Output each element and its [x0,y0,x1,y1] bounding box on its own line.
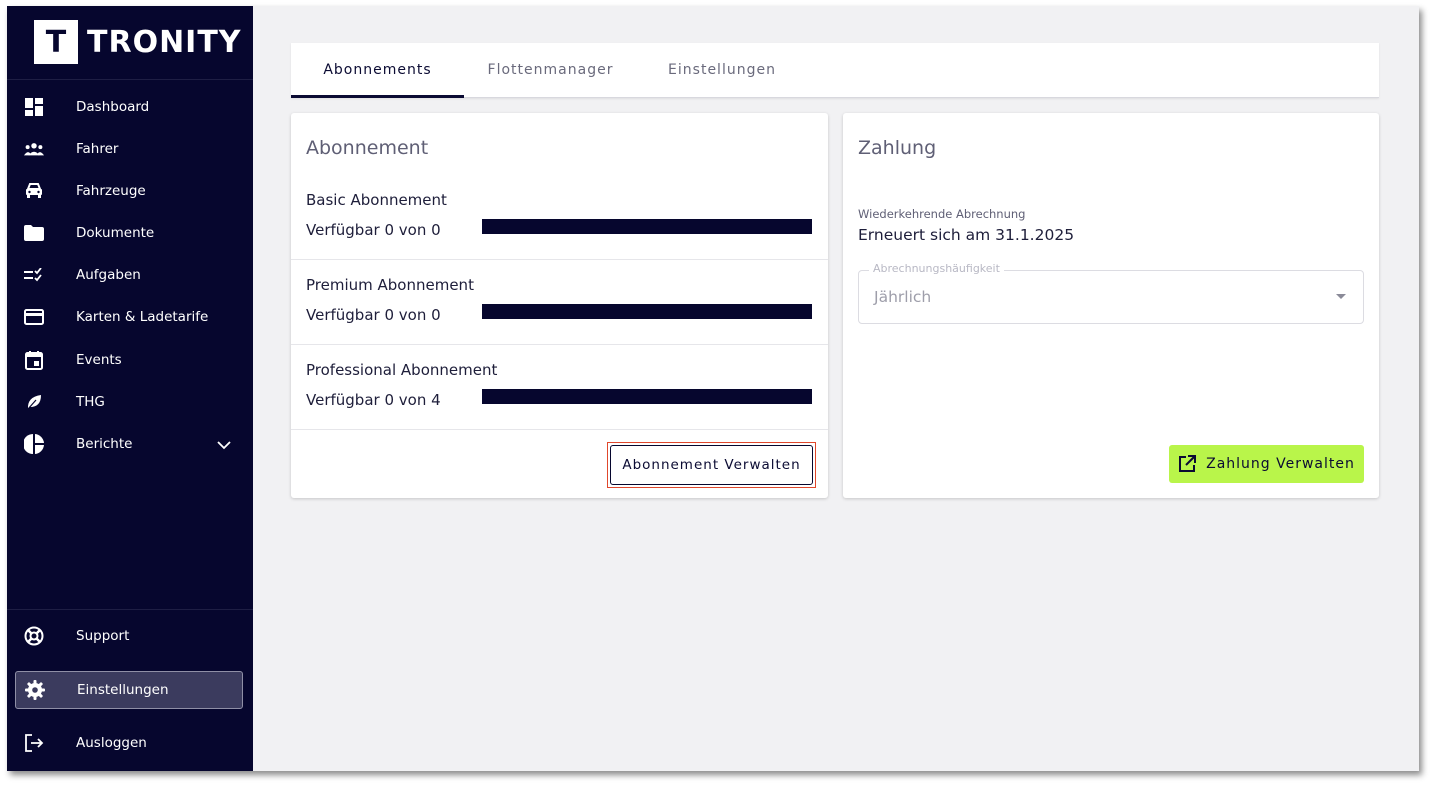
sidebar-item-fahrzeuge[interactable]: Fahrzeuge [7,172,253,210]
sidebar-item-support[interactable]: Support [7,617,253,655]
sidebar-item-label: Aufgaben [76,267,141,283]
subscription-name: Basic Abonnement [306,191,447,209]
logo-text: TRONITY [87,24,242,60]
pie-chart-icon [24,434,44,454]
gear-icon [25,680,45,700]
subscription-availability: Verfügbar 0 von 0 [306,306,441,324]
sidebar: T TRONITY Dashboard Fahrer Fahrzeuge Dok… [7,6,253,771]
sidebar-item-label: THG [76,394,105,410]
subscription-row-premium: Premium Abonnement Verfügbar 0 von 0 [291,259,828,345]
subscription-card: Abonnement Basic Abonnement Verfügbar 0 … [291,113,828,498]
divider [7,609,253,610]
sidebar-item-label: Fahrer [76,141,119,157]
logo-mark: T [34,20,78,64]
sidebar-item-ausloggen[interactable]: Ausloggen [7,724,253,762]
sidebar-item-label: Berichte [76,436,133,452]
subscription-row-basic: Basic Abonnement Verfügbar 0 von 0 [291,174,828,260]
logo[interactable]: T TRONITY [34,19,242,65]
card-icon [24,307,44,327]
leaf-icon [24,392,44,412]
usage-bar [482,389,812,404]
sidebar-item-berichte[interactable]: Berichte [7,425,253,463]
dashboard-icon [24,97,44,117]
sidebar-item-aufgaben[interactable]: Aufgaben [7,256,253,294]
highlight-box: Abonnement Verwalten [607,442,816,488]
recurring-billing-label: Wiederkehrende Abrechnung [858,207,1026,221]
active-tab-indicator [291,95,464,98]
calendar-icon [24,350,44,370]
select-value: Jährlich [874,288,932,306]
manage-subscription-button[interactable]: Abonnement Verwalten [610,445,813,485]
sidebar-item-label: Support [76,628,130,644]
button-label: Zahlung Verwalten [1206,456,1355,472]
manage-payment-button[interactable]: Zahlung Verwalten [1169,445,1364,483]
subscription-availability: Verfügbar 0 von 4 [306,391,441,409]
subscription-row-professional: Professional Abonnement Verfügbar 0 von … [291,344,828,430]
drivers-icon [24,139,44,159]
card-title: Abonnement [306,137,429,159]
sidebar-item-einstellungen[interactable]: Einstellungen [15,671,243,709]
logo-letter: T [45,24,67,60]
chevron-down-icon[interactable] [217,435,231,454]
billing-frequency-select[interactable]: Abrechnungshäufigkeit Jährlich [858,262,1364,324]
sidebar-item-fahrer[interactable]: Fahrer [7,130,253,168]
sidebar-item-label: Dokumente [76,225,155,241]
external-link-icon [1178,455,1197,473]
logout-icon [24,733,44,753]
sidebar-item-events[interactable]: Events [7,341,253,379]
usage-bar [482,219,812,234]
subscription-name: Professional Abonnement [306,361,498,379]
sidebar-item-label: Dashboard [76,99,150,115]
sidebar-item-label: Ausloggen [76,735,147,751]
sidebar-item-label: Einstellungen [77,682,169,698]
tab-flottenmanager[interactable]: Flottenmanager [464,43,637,97]
lifebuoy-icon [24,626,44,646]
sidebar-item-label: Fahrzeuge [76,183,146,199]
car-icon [24,181,44,201]
sidebar-item-label: Events [76,352,122,368]
folder-icon [24,223,44,243]
dropdown-arrow-icon [1336,294,1346,299]
card-title: Zahlung [858,137,937,159]
select-label: Abrechnungshäufigkeit [869,262,1004,275]
usage-bar [482,304,812,319]
payment-card: Zahlung Wiederkehrende Abrechnung Erneue… [843,113,1379,498]
tasks-icon [24,265,44,285]
subscription-name: Premium Abonnement [306,276,474,294]
sidebar-item-dashboard[interactable]: Dashboard [7,88,253,126]
tab-bar: Abonnements Flottenmanager Einstellungen [291,43,1379,98]
sidebar-item-thg[interactable]: THG [7,383,253,421]
tab-abonnements[interactable]: Abonnements [291,43,464,97]
sidebar-item-label: Karten & Ladetarife [76,309,209,325]
app-window: T TRONITY Dashboard Fahrer Fahrzeuge Dok… [7,6,1419,771]
renewal-date: Erneuert sich am 31.1.2025 [858,226,1075,244]
subscription-availability: Verfügbar 0 von 0 [306,221,441,239]
sidebar-item-karten[interactable]: Karten & Ladetarife [7,298,253,336]
tab-einstellungen[interactable]: Einstellungen [637,43,807,97]
divider [7,79,253,80]
sidebar-item-dokumente[interactable]: Dokumente [7,214,253,252]
